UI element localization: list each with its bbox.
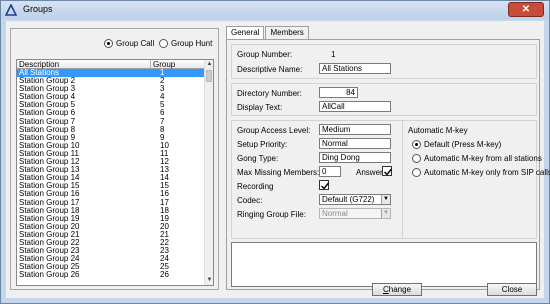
mkey-option-default[interactable]: Default (Press M-key) — [412, 140, 501, 149]
scroll-up-icon[interactable]: ▲ — [205, 60, 214, 69]
codec-value: Default (G722) — [322, 195, 375, 204]
title-bar[interactable]: Groups ✕ — [1, 1, 549, 19]
group-call-radio[interactable]: Group Call — [104, 39, 154, 48]
close-button[interactable]: Close — [487, 283, 537, 296]
access-level-field[interactable]: Medium — [319, 124, 391, 135]
group-identity-section: Group Number: 1 Descriptive Name: All St… — [231, 44, 537, 79]
radio-selected-icon — [412, 140, 421, 149]
group-hunt-label: Group Hunt — [171, 39, 213, 48]
checkmark-icon — [384, 168, 393, 176]
mkey-title: Automatic M-key — [408, 126, 468, 135]
display-text-label: Display Text: — [237, 103, 283, 112]
descriptive-name-field[interactable]: All Stations — [319, 63, 391, 74]
radio-selected-icon — [104, 39, 113, 48]
app-logo-icon — [5, 4, 17, 16]
descriptive-name-label: Descriptive Name: — [237, 65, 303, 74]
dropdown-arrow-icon[interactable]: ▼ — [381, 209, 390, 218]
ringing-file-label: Ringing Group File: — [237, 210, 306, 219]
notes-textarea[interactable] — [231, 242, 537, 287]
recording-label: Recording — [237, 182, 274, 191]
recording-checkbox[interactable] — [319, 180, 330, 190]
ringing-file-value: Normal — [322, 209, 348, 218]
radio-unselected-icon — [159, 39, 168, 48]
mkey-option-label: Default (Press M-key) — [424, 140, 502, 149]
group-list-panel: Group Call Group Hunt Description Group … — [10, 28, 219, 290]
gong-type-field[interactable]: Ding Dong — [319, 152, 391, 163]
list-scrollbar[interactable]: ▲ ▼ — [204, 60, 213, 285]
group-hunt-radio[interactable]: Group Hunt — [159, 39, 212, 48]
row-group-number: 26 — [160, 270, 169, 280]
codec-select[interactable]: Default (G722) ▼ — [319, 194, 391, 205]
mkey-option-label: Automatic M-key only from SIP calls — [424, 168, 550, 177]
column-separator[interactable] — [150, 60, 151, 69]
directory-number-label: Directory Number: — [237, 89, 302, 98]
change-button[interactable]: Change — [372, 283, 422, 296]
scroll-down-icon[interactable]: ▼ — [205, 276, 214, 285]
settings-section: Group Access Level: Medium Setup Priorit… — [231, 120, 550, 239]
max-missing-label: Max Missing Members: — [237, 168, 320, 177]
codec-label: Codec: — [237, 196, 263, 205]
group-number-value: 1 — [331, 50, 336, 59]
section-divider — [402, 121, 403, 238]
tab-general[interactable]: General — [226, 26, 265, 40]
tab-strip: General Members — [226, 26, 310, 40]
group-number-label: Group Number: — [237, 50, 293, 59]
directory-number-field[interactable]: 84 — [319, 87, 358, 98]
window-title: Groups — [23, 4, 53, 14]
list-rows: All Stations 1 Station Group 2 2 Station Gro… — [17, 68, 205, 279]
checkmark-icon — [321, 182, 330, 190]
close-window-button[interactable]: ✕ — [508, 2, 544, 17]
row-description: Station Group 26 — [19, 270, 80, 280]
group-list[interactable]: Description Group Number All Stations1St… — [16, 59, 214, 286]
mkey-option-all-stations[interactable]: Automatic M-key from all stations — [412, 154, 542, 163]
access-level-label: Group Access Level: — [237, 126, 311, 135]
setup-priority-label: Setup Priority: — [237, 140, 288, 149]
mkey-option-sip-calls[interactable]: Automatic M-key only from SIP calls — [412, 168, 550, 177]
answer-label: Answer — [356, 168, 383, 177]
setup-priority-field[interactable]: Normal — [319, 138, 391, 149]
group-call-label: Group Call — [116, 39, 155, 48]
ringing-file-select[interactable]: Normal ▼ — [319, 208, 391, 219]
general-tab-panel: Group Number: 1 Descriptive Name: All St… — [226, 39, 550, 290]
tab-members[interactable]: Members — [265, 26, 309, 39]
gong-type-label: Gong Type: — [237, 154, 279, 163]
directory-section: Directory Number: 84 Display Text: AllCa… — [231, 83, 537, 116]
radio-unselected-icon — [412, 168, 421, 177]
mkey-option-label: Automatic M-key from all stations — [424, 154, 542, 163]
client-area: Group Call Group Hunt Description Group … — [6, 21, 550, 298]
close-icon: ✕ — [521, 4, 531, 15]
scroll-thumb[interactable] — [206, 70, 212, 82]
list-row[interactable]: Station Group 26 26 — [17, 271, 205, 279]
display-text-field[interactable]: AllCall — [319, 101, 391, 112]
change-label: hange — [388, 285, 412, 294]
groups-window: Groups ✕ Group Call Group Hunt Descripti… — [0, 0, 550, 304]
answer-checkbox[interactable] — [382, 166, 393, 176]
radio-unselected-icon — [412, 154, 421, 163]
dropdown-arrow-icon[interactable]: ▼ — [381, 195, 390, 204]
max-missing-field[interactable]: 0 — [319, 166, 341, 177]
